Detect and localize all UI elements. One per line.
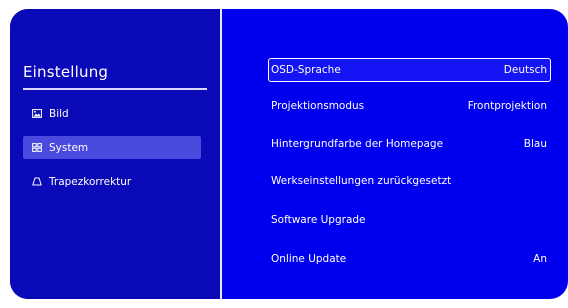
menu-item-label: OSD-Sprache: [271, 64, 341, 76]
sidebar-item-label: System: [49, 141, 89, 154]
panel-divider: [220, 9, 222, 299]
sidebar-item-label: Bild: [49, 107, 69, 120]
menu-item-factory-reset[interactable]: Werkseinstellungen zurückgesetzt: [268, 169, 551, 193]
sidebar: Einstellung Bild System Trapezkorrektur: [10, 9, 220, 299]
menu-item-label: Projektionsmodus: [271, 100, 365, 112]
settings-screen: Einstellung Bild System Trapezkorrektur …: [10, 9, 568, 299]
sidebar-item-label: Trapezkorrektur: [49, 175, 132, 188]
menu-item-online-update[interactable]: Online Update An: [268, 247, 551, 271]
menu-item-projection-mode[interactable]: Projektionsmodus Frontprojektion: [268, 94, 551, 118]
menu-item-value: An: [533, 253, 547, 265]
menu-item-software-upgrade[interactable]: Software Upgrade: [268, 208, 551, 232]
grid-icon: [32, 143, 42, 153]
menu-item-label: Hintergrundfarbe der Homepage: [271, 138, 444, 150]
menu-item-homepage-background-color[interactable]: Hintergrundfarbe der Homepage Blau: [268, 132, 551, 156]
trapezoid-icon: [32, 177, 42, 187]
image-icon: [32, 109, 42, 119]
sidebar-item-system[interactable]: System: [23, 136, 201, 159]
menu-item-label: Werkseinstellungen zurückgesetzt: [271, 175, 452, 187]
sidebar-divider: [23, 88, 207, 90]
menu-item-osd-language[interactable]: OSD-Sprache Deutsch: [268, 58, 551, 82]
sidebar-item-trapezkorrektur[interactable]: Trapezkorrektur: [23, 170, 201, 193]
sidebar-item-bild[interactable]: Bild: [23, 102, 201, 125]
menu-item-value: Frontprojektion: [467, 100, 547, 112]
sidebar-title: Einstellung: [23, 63, 109, 81]
menu-item-value: Deutsch: [503, 64, 547, 76]
menu-item-label: Online Update: [271, 253, 347, 265]
menu-item-value: Blau: [523, 138, 547, 150]
menu-item-label: Software Upgrade: [271, 214, 366, 226]
